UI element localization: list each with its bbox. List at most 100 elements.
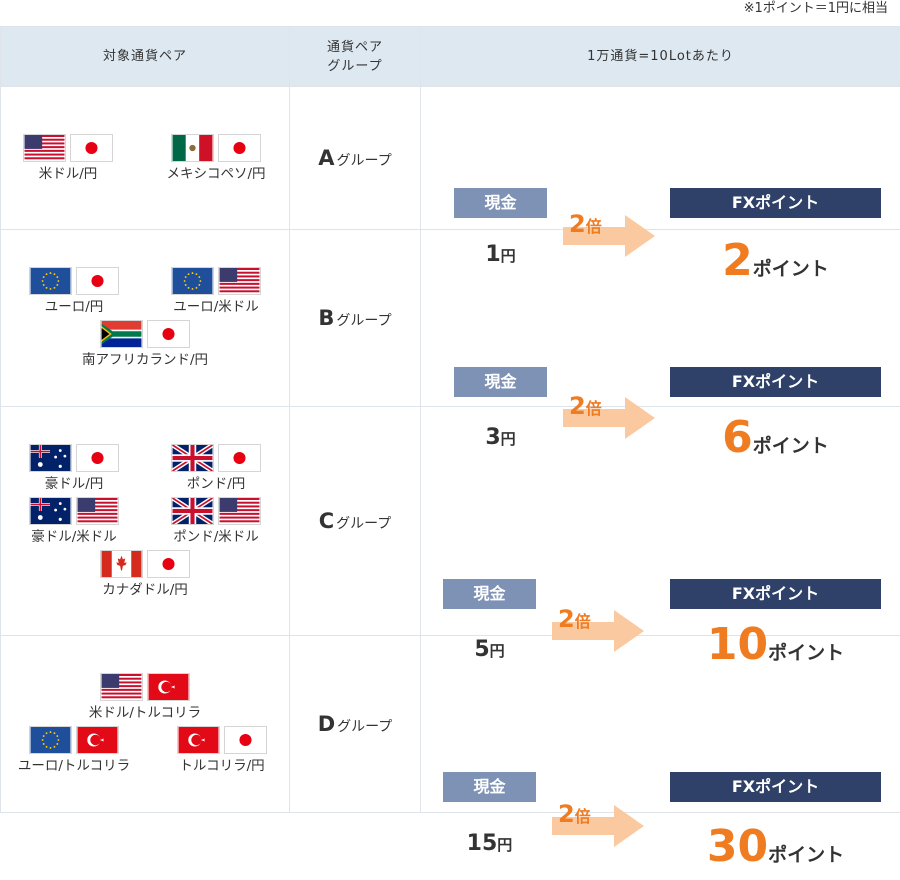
pairs-list: 米ドル/トルコリラユーロ/トルコリラトルコリラ/円	[1, 673, 289, 775]
group-suffix: グループ	[336, 313, 391, 329]
pair-label: 豪ドル/米ドル	[31, 528, 117, 546]
group-suffix: グループ	[336, 516, 391, 532]
pair-flags	[29, 497, 119, 525]
pair-flags	[100, 550, 190, 578]
fx-points-header: FXポイント	[670, 579, 881, 609]
pair-label: ユーロ/米ドル	[173, 298, 259, 316]
pair-label: メキシコペソ/円	[166, 165, 265, 183]
pair-flags	[100, 320, 190, 348]
point-unit: ポイント	[768, 642, 844, 664]
pair-flags	[171, 444, 261, 472]
currency-pair: 豪ドル/米ドル	[14, 497, 134, 546]
group-label: Cグループ	[290, 407, 421, 636]
multiplier-unit: 倍	[575, 807, 591, 826]
arrow-icon: 2倍	[552, 609, 644, 653]
gb-flag-icon	[171, 444, 214, 472]
fx-points-number: 2	[722, 235, 753, 286]
eu-flag-icon	[29, 726, 72, 754]
currency-pair: 米ドル/円	[8, 134, 128, 183]
pair-label: カナダドル/円	[102, 581, 188, 599]
fx-points-value: 10ポイント	[670, 621, 881, 678]
pair-flags	[29, 444, 119, 472]
arrow-icon: 2倍	[563, 214, 655, 258]
pair-flags	[29, 267, 119, 295]
pair-flags	[171, 134, 261, 162]
multiplier: 2倍	[558, 800, 591, 828]
group-letter: D	[318, 712, 335, 736]
gb-flag-icon	[171, 497, 214, 525]
yen-unit: 円	[497, 836, 512, 854]
cash-amount: 15	[467, 831, 498, 856]
conversion-cell: 現金 1円 2倍 FXポイント 2ポイント	[421, 87, 900, 230]
us-flag-icon	[218, 267, 261, 295]
cash-value: 5円	[443, 635, 536, 666]
group-letter: B	[318, 306, 334, 330]
group-row-a: 米ドル/円 メキシコペソ/円 Aグループ 現金 1円 2倍 FXポイント 2ポイン…	[1, 87, 900, 230]
header-group-line1: 通貨ペア	[327, 40, 383, 55]
header-pairs: 対象通貨ペア	[1, 27, 290, 87]
pairs-list: 米ドル/円 メキシコペソ/円	[1, 134, 289, 183]
fx-points-header: FXポイント	[670, 772, 881, 802]
footnote: ※1ポイント＝1円に相当	[744, 0, 888, 18]
header-conversion: 1万通貨=10Lotあたり	[421, 27, 900, 87]
point-unit: ポイント	[768, 844, 844, 866]
group-label: Aグループ	[290, 87, 421, 230]
yen-unit: 円	[501, 247, 516, 265]
group-suffix: グループ	[337, 719, 392, 735]
eu-flag-icon	[171, 267, 214, 295]
point-unit: ポイント	[753, 435, 829, 457]
pair-label: 豪ドル/円	[45, 475, 104, 493]
currency-pair: トルコリラ/円	[162, 726, 282, 775]
multiplier-unit: 倍	[575, 612, 591, 631]
currency-pair: ユーロ/円	[14, 267, 134, 316]
currency-pair: ポンド/米ドル	[156, 497, 276, 546]
multiplier-value: 2	[558, 800, 575, 828]
pair-label: ユーロ/円	[45, 298, 104, 316]
pair-label: ポンド/円	[187, 475, 246, 493]
au-flag-icon	[29, 497, 72, 525]
pairs-cell: ユーロ/円 ユーロ/米ドル南アフリカランド/円	[1, 230, 290, 407]
currency-pair: 豪ドル/円	[14, 444, 134, 493]
tr-flag-icon	[76, 726, 119, 754]
arrow-icon: 2倍	[563, 396, 655, 440]
pair-flags	[23, 134, 113, 162]
jp-flag-icon	[218, 134, 261, 162]
us-flag-icon	[76, 497, 119, 525]
pair-label: 米ドル/トルコリラ	[89, 704, 201, 722]
currency-pair: カナダドル/円	[85, 550, 205, 599]
currency-pair: ポンド/円	[156, 444, 276, 493]
multiplier-value: 2	[569, 392, 586, 420]
pairs-cell: 豪ドル/円 ポンド/円豪ドル/米ドル ポンド/米ドルカナダドル/円	[1, 407, 290, 636]
pairs-cell: 米ドル/円 メキシコペソ/円	[1, 87, 290, 230]
fx-points-header: FXポイント	[670, 188, 881, 218]
arrow-icon: 2倍	[552, 804, 644, 848]
cash-header: 現金	[443, 579, 536, 609]
fx-points-header: FXポイント	[670, 367, 881, 397]
jp-flag-icon	[147, 550, 190, 578]
tr-flag-icon	[177, 726, 220, 754]
cash-value: 3円	[454, 423, 547, 454]
jp-flag-icon	[76, 267, 119, 295]
currency-pair: ユーロ/トルコリラ	[8, 726, 140, 775]
fx-points-value: 2ポイント	[670, 237, 881, 294]
header-group: 通貨ペアグループ	[290, 27, 421, 87]
pair-flags	[29, 726, 119, 754]
group-letter: A	[318, 146, 334, 170]
yen-unit: 円	[490, 642, 505, 660]
pair-label: 南アフリカランド/円	[82, 351, 208, 369]
currency-pair: メキシコペソ/円	[150, 134, 282, 183]
pair-flags	[171, 497, 261, 525]
multiplier-unit: 倍	[586, 399, 602, 418]
eu-flag-icon	[29, 267, 72, 295]
cash-amount: 3	[485, 425, 500, 450]
ca-flag-icon	[100, 550, 143, 578]
pair-flags	[100, 673, 190, 701]
mx-flag-icon	[171, 134, 214, 162]
jp-flag-icon	[218, 444, 261, 472]
header-row: 対象通貨ペア 通貨ペアグループ 1万通貨=10Lotあたり	[1, 27, 900, 87]
pair-label: 米ドル/円	[39, 165, 98, 183]
cash-header: 現金	[454, 188, 547, 218]
fx-points-number: 30	[707, 821, 768, 872]
bonus-table: 対象通貨ペア 通貨ペアグループ 1万通貨=10Lotあたり 米ドル/円メキシコペ…	[0, 26, 900, 813]
multiplier-unit: 倍	[586, 217, 602, 236]
